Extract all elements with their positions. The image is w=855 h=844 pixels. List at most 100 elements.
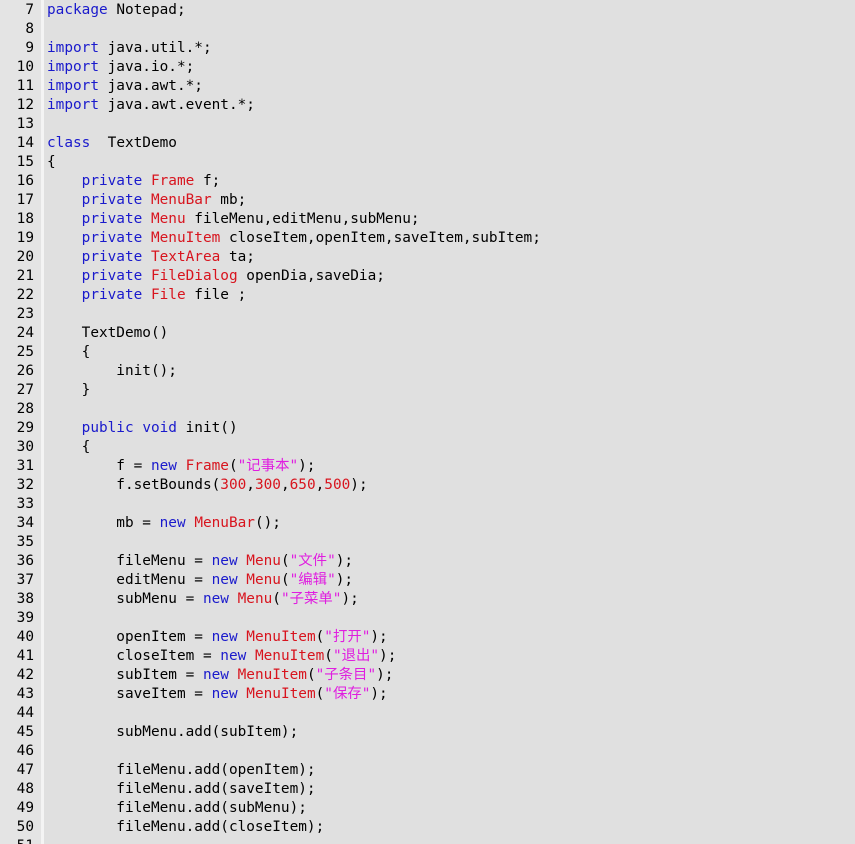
code-line[interactable]: 29 public void init() — [0, 419, 855, 438]
code-line[interactable]: 11 import java.awt.*; — [0, 77, 855, 96]
code-editor[interactable]: 7 package Notepad; 8 9 import java.util.*; 10… — [0, 0, 855, 844]
code-token-plain: , — [246, 477, 255, 493]
code-token-plain: ( — [306, 667, 316, 683]
code-text: subMenu.add(subItem); — [47, 723, 298, 742]
code-token-type: MenuItem — [254, 648, 325, 664]
code-line[interactable]: 38 subMenu = new Menu("子菜单"); — [0, 590, 855, 609]
code-token-plain: ( — [315, 629, 325, 645]
code-line[interactable]: 48 fileMenu.add(saveItem); — [0, 780, 855, 799]
line-number: 29 — [16, 420, 34, 436]
code-line[interactable]: 12 import java.awt.event.*; — [0, 96, 855, 115]
code-token-keyword: private — [81, 230, 143, 246]
code-token-string: "记事本" — [237, 458, 299, 474]
code-line[interactable]: 47 fileMenu.add(openItem); — [0, 761, 855, 780]
code-token-plain: saveItem = — [47, 686, 212, 702]
code-line[interactable]: 28 — [0, 400, 855, 419]
code-text: private Frame f; — [47, 172, 221, 191]
code-token-plain: f.setBounds( — [47, 477, 221, 493]
line-number: 35 — [16, 534, 34, 550]
code-text: fileMenu.add(openItem); — [47, 761, 315, 780]
code-line[interactable]: 18 private Menu fileMenu,editMenu,subMen… — [0, 210, 855, 229]
line-number: 14 — [16, 135, 34, 151]
code-line[interactable]: 37 editMenu = new Menu("编辑"); — [0, 571, 855, 590]
code-line[interactable]: 45 subMenu.add(subItem); — [0, 723, 855, 742]
code-line[interactable]: 35 — [0, 533, 855, 552]
code-line[interactable]: 51 — [0, 837, 855, 844]
line-number: 13 — [16, 116, 34, 132]
line-number: 23 — [16, 306, 34, 322]
code-line[interactable]: 13 — [0, 115, 855, 134]
code-line[interactable]: 7 package Notepad; — [0, 1, 855, 20]
code-token-string: "子条目" — [315, 667, 377, 683]
code-token-number: 650 — [289, 477, 316, 493]
code-token-type: Frame — [150, 173, 195, 189]
code-line[interactable]: 27 } — [0, 381, 855, 400]
code-token-plain: , — [315, 477, 325, 493]
code-token-type: File — [150, 287, 186, 303]
code-line[interactable]: 22 private File file ; — [0, 286, 855, 305]
line-number: 46 — [16, 743, 34, 759]
code-line[interactable]: 17 private MenuBar mb; — [0, 191, 855, 210]
line-number: 44 — [16, 705, 34, 721]
code-text: f.setBounds(300,300,650,500); — [47, 476, 367, 495]
code-text: saveItem = new MenuItem("保存"); — [47, 685, 387, 704]
code-line[interactable]: 14 class TextDemo — [0, 134, 855, 153]
line-number: 33 — [16, 496, 34, 512]
code-line[interactable]: 25 { — [0, 343, 855, 362]
code-token-keyword: private — [81, 287, 143, 303]
code-line[interactable]: 43 saveItem = new MenuItem("保存"); — [0, 685, 855, 704]
code-text: import java.awt.event.*; — [47, 96, 255, 115]
code-line[interactable]: 16 private Frame f; — [0, 172, 855, 191]
code-line[interactable]: 20 private TextArea ta; — [0, 248, 855, 267]
code-token-string: "编辑" — [289, 572, 336, 588]
code-line[interactable]: 30 { — [0, 438, 855, 457]
code-text: f = new Frame("记事本"); — [47, 457, 315, 476]
code-line[interactable]: 41 closeItem = new MenuItem("退出"); — [0, 647, 855, 666]
code-text: private MenuItem closeItem,openItem,save… — [47, 229, 541, 248]
code-line[interactable]: 21 private FileDialog openDia,saveDia; — [0, 267, 855, 286]
code-line[interactable]: 50 fileMenu.add(closeItem); — [0, 818, 855, 837]
code-token-keyword: new — [220, 648, 247, 664]
code-token-plain: { — [47, 344, 91, 360]
code-token-keyword: package — [47, 2, 108, 18]
code-text: private FileDialog openDia,saveDia; — [47, 267, 385, 286]
code-line[interactable]: 49 fileMenu.add(subMenu); — [0, 799, 855, 818]
code-token-string: "子菜单" — [280, 591, 342, 607]
line-number: 19 — [16, 230, 34, 246]
code-token-keyword: new — [202, 667, 229, 683]
code-lines[interactable]: 7 package Notepad; 8 9 import java.util.*; 10… — [0, 1, 855, 844]
code-text: fileMenu.add(closeItem); — [47, 818, 324, 837]
line-number: 41 — [16, 648, 34, 664]
code-line[interactable]: 8 — [0, 20, 855, 39]
code-line[interactable]: 34 mb = new MenuBar(); — [0, 514, 855, 533]
code-line[interactable]: 42 subItem = new MenuItem("子条目"); — [0, 666, 855, 685]
code-line[interactable]: 36 fileMenu = new Menu("文件"); — [0, 552, 855, 571]
code-line[interactable]: 44 — [0, 704, 855, 723]
code-line[interactable]: 33 — [0, 495, 855, 514]
code-line[interactable]: 9 import java.util.*; — [0, 39, 855, 58]
code-line[interactable]: 23 — [0, 305, 855, 324]
code-token-type: FileDialog — [150, 268, 238, 284]
code-token-plain: ); — [379, 648, 397, 664]
code-line[interactable]: 46 — [0, 742, 855, 761]
code-token-type: TextArea — [150, 249, 221, 265]
code-line[interactable]: 32 f.setBounds(300,300,650,500); — [0, 476, 855, 495]
code-text: import java.awt.*; — [47, 77, 203, 96]
code-line[interactable]: 40 openItem = new MenuItem("打开"); — [0, 628, 855, 647]
code-line[interactable]: 39 — [0, 609, 855, 628]
code-line[interactable]: 15 { — [0, 153, 855, 172]
code-line[interactable]: 24 TextDemo() — [0, 324, 855, 343]
line-number: 26 — [16, 363, 34, 379]
code-line[interactable]: 10 import java.io.*; — [0, 58, 855, 77]
code-line[interactable]: 26 init(); — [0, 362, 855, 381]
code-line[interactable]: 19 private MenuItem closeItem,openItem,s… — [0, 229, 855, 248]
code-line[interactable]: 31 f = new Frame("记事本"); — [0, 457, 855, 476]
line-number: 51 — [0, 837, 34, 844]
